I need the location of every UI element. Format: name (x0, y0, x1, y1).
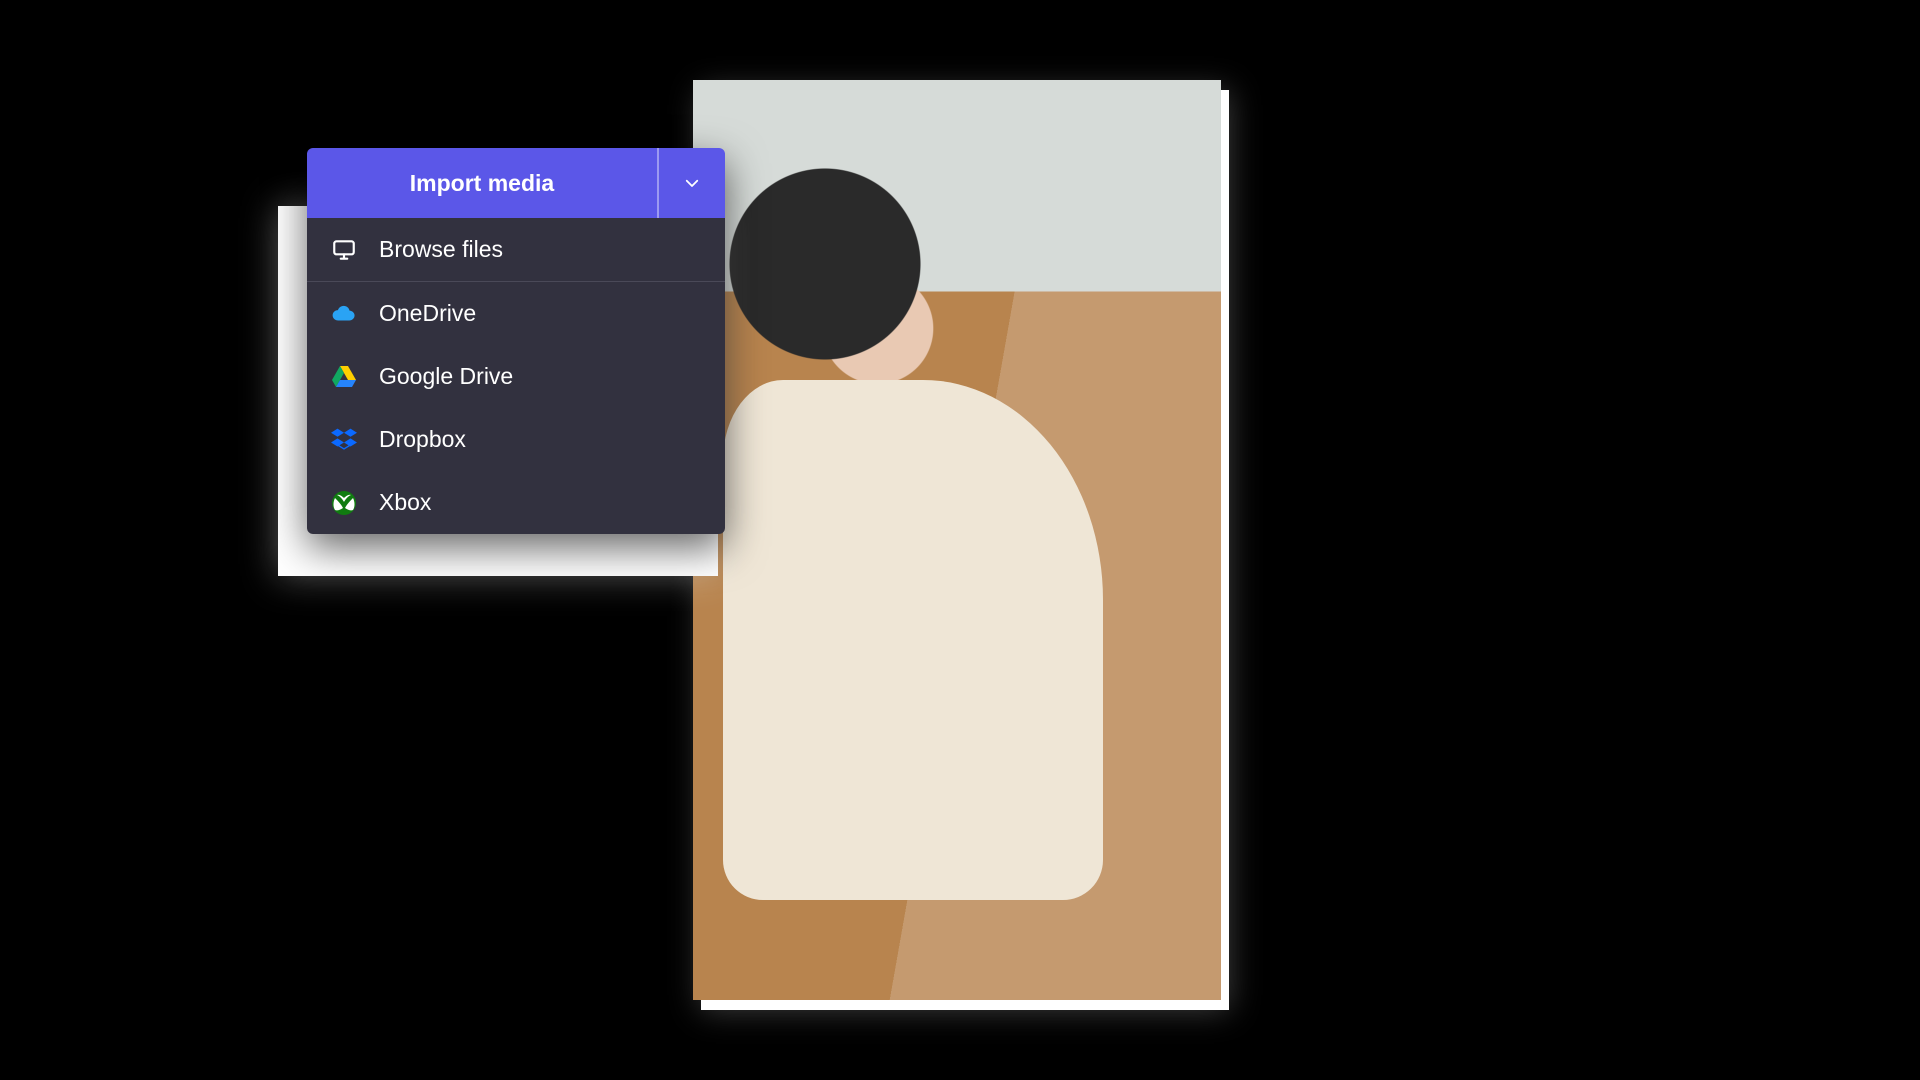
menu-item-google-drive[interactable]: Google Drive (307, 345, 725, 408)
menu-item-dropbox[interactable]: Dropbox (307, 408, 725, 471)
menu-item-onedrive[interactable]: OneDrive (307, 282, 725, 345)
monitor-icon (331, 237, 357, 263)
xbox-icon (331, 490, 357, 516)
google-drive-icon (331, 364, 357, 390)
menu-item-xbox[interactable]: Xbox (307, 471, 725, 534)
import-media-dropdown-toggle[interactable] (659, 148, 725, 218)
menu-item-label: Xbox (379, 489, 431, 516)
menu-item-label: Browse files (379, 236, 503, 263)
background-photo (693, 80, 1221, 1000)
menu-item-browse-files[interactable]: Browse files (307, 218, 725, 282)
import-media-header: Import media (307, 148, 725, 218)
menu-item-label: Google Drive (379, 363, 513, 390)
dropbox-icon (331, 427, 357, 453)
chevron-down-icon (683, 174, 701, 192)
import-media-button[interactable]: Import media (307, 148, 659, 218)
onedrive-icon (331, 301, 357, 327)
menu-item-label: OneDrive (379, 300, 476, 327)
import-media-menu: Browse files OneDrive (307, 218, 725, 534)
stage: Import media Browse files (0, 0, 1920, 1080)
import-media-panel: Import media Browse files (307, 148, 725, 534)
menu-item-label: Dropbox (379, 426, 466, 453)
